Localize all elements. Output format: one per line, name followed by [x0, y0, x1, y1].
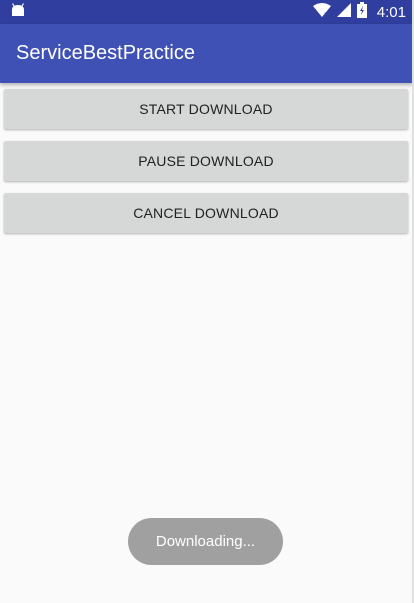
app-title: ServiceBestPractice	[16, 42, 195, 64]
cancel-download-button[interactable]: CANCEL DOWNLOAD	[4, 193, 408, 233]
status-left	[10, 0, 26, 24]
signal-icon	[336, 2, 351, 22]
battery-icon	[356, 1, 367, 23]
pause-download-button[interactable]: PAUSE DOWNLOAD	[4, 141, 408, 181]
wifi-icon: x	[312, 2, 331, 22]
status-bar: x 4:01	[0, 0, 414, 24]
status-time: 4:01	[376, 3, 406, 21]
android-icon	[10, 2, 26, 22]
start-download-button[interactable]: START DOWNLOAD	[4, 89, 408, 129]
svg-text:x: x	[324, 11, 328, 17]
toast-message: Downloading...	[128, 518, 283, 565]
app-bar: ServiceBestPractice	[0, 24, 414, 83]
app-screen: x 4:01 ServiceBestPractice START DOWNLOA…	[0, 0, 414, 603]
status-right: x 4:01	[312, 0, 406, 24]
